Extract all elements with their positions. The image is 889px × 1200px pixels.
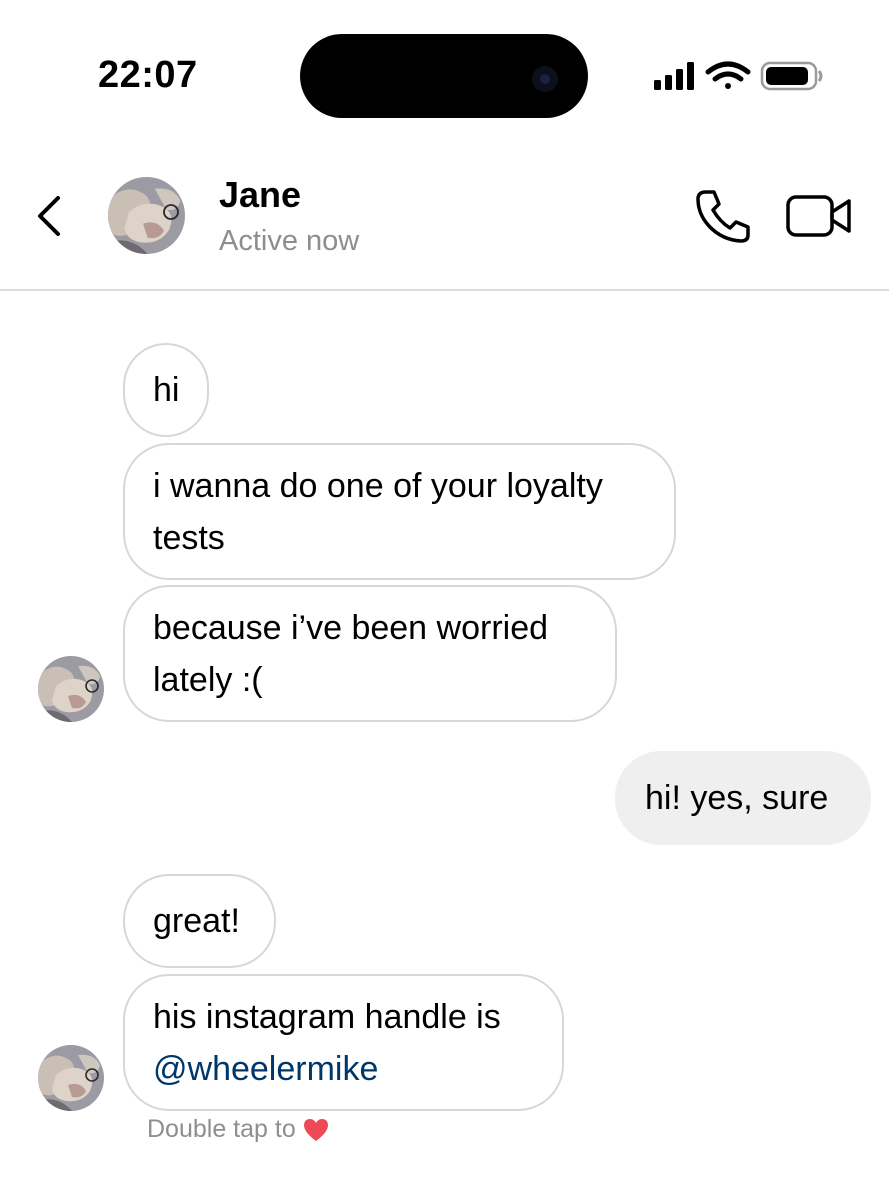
contact-avatar[interactable] [108,177,185,254]
front-camera [532,66,558,92]
hint-text: Double tap to [147,1115,296,1143]
contact-name: Jane [219,174,302,215]
back-icon[interactable] [30,192,70,240]
message-text: lately :( [153,660,263,699]
message-text: hi! yes, sure [645,779,829,817]
active-status: Active now [219,225,360,257]
phone-icon[interactable] [692,188,752,244]
message-bubble[interactable]: because i’ve been worried lately :( [123,585,617,722]
message-bubble[interactable]: great! [123,874,276,968]
mention-link[interactable]: @wheelermike [153,1043,501,1095]
status-time: 22:07 [98,54,198,96]
double-tap-hint: Double tap to [147,1115,330,1144]
message-text: i wanna do one of your loyalty [153,466,603,505]
message-bubble[interactable]: hi [123,343,209,437]
message-text: tests [153,518,225,557]
red-heart-icon [303,1118,328,1141]
wifi-icon [705,61,751,89]
signal-icon [654,62,694,90]
contact-avatar-small[interactable] [38,1045,104,1111]
message-text: because i’ve been worried [153,608,549,647]
message-text: great! [153,902,240,940]
message-bubble[interactable]: i wanna do one of your loyalty tests [123,443,676,580]
message-bubble[interactable]: his instagram handle is @wheelermike [123,974,564,1111]
battery-icon [760,61,823,91]
message-bubble-outgoing[interactable]: hi! yes, sure [615,751,871,845]
contact-avatar-small[interactable] [38,656,104,722]
message-text: hi [153,371,180,409]
header-divider [0,289,889,291]
video-camera-icon[interactable] [785,192,853,240]
message-text: his instagram handle is [153,997,501,1036]
status-icons [654,61,823,91]
